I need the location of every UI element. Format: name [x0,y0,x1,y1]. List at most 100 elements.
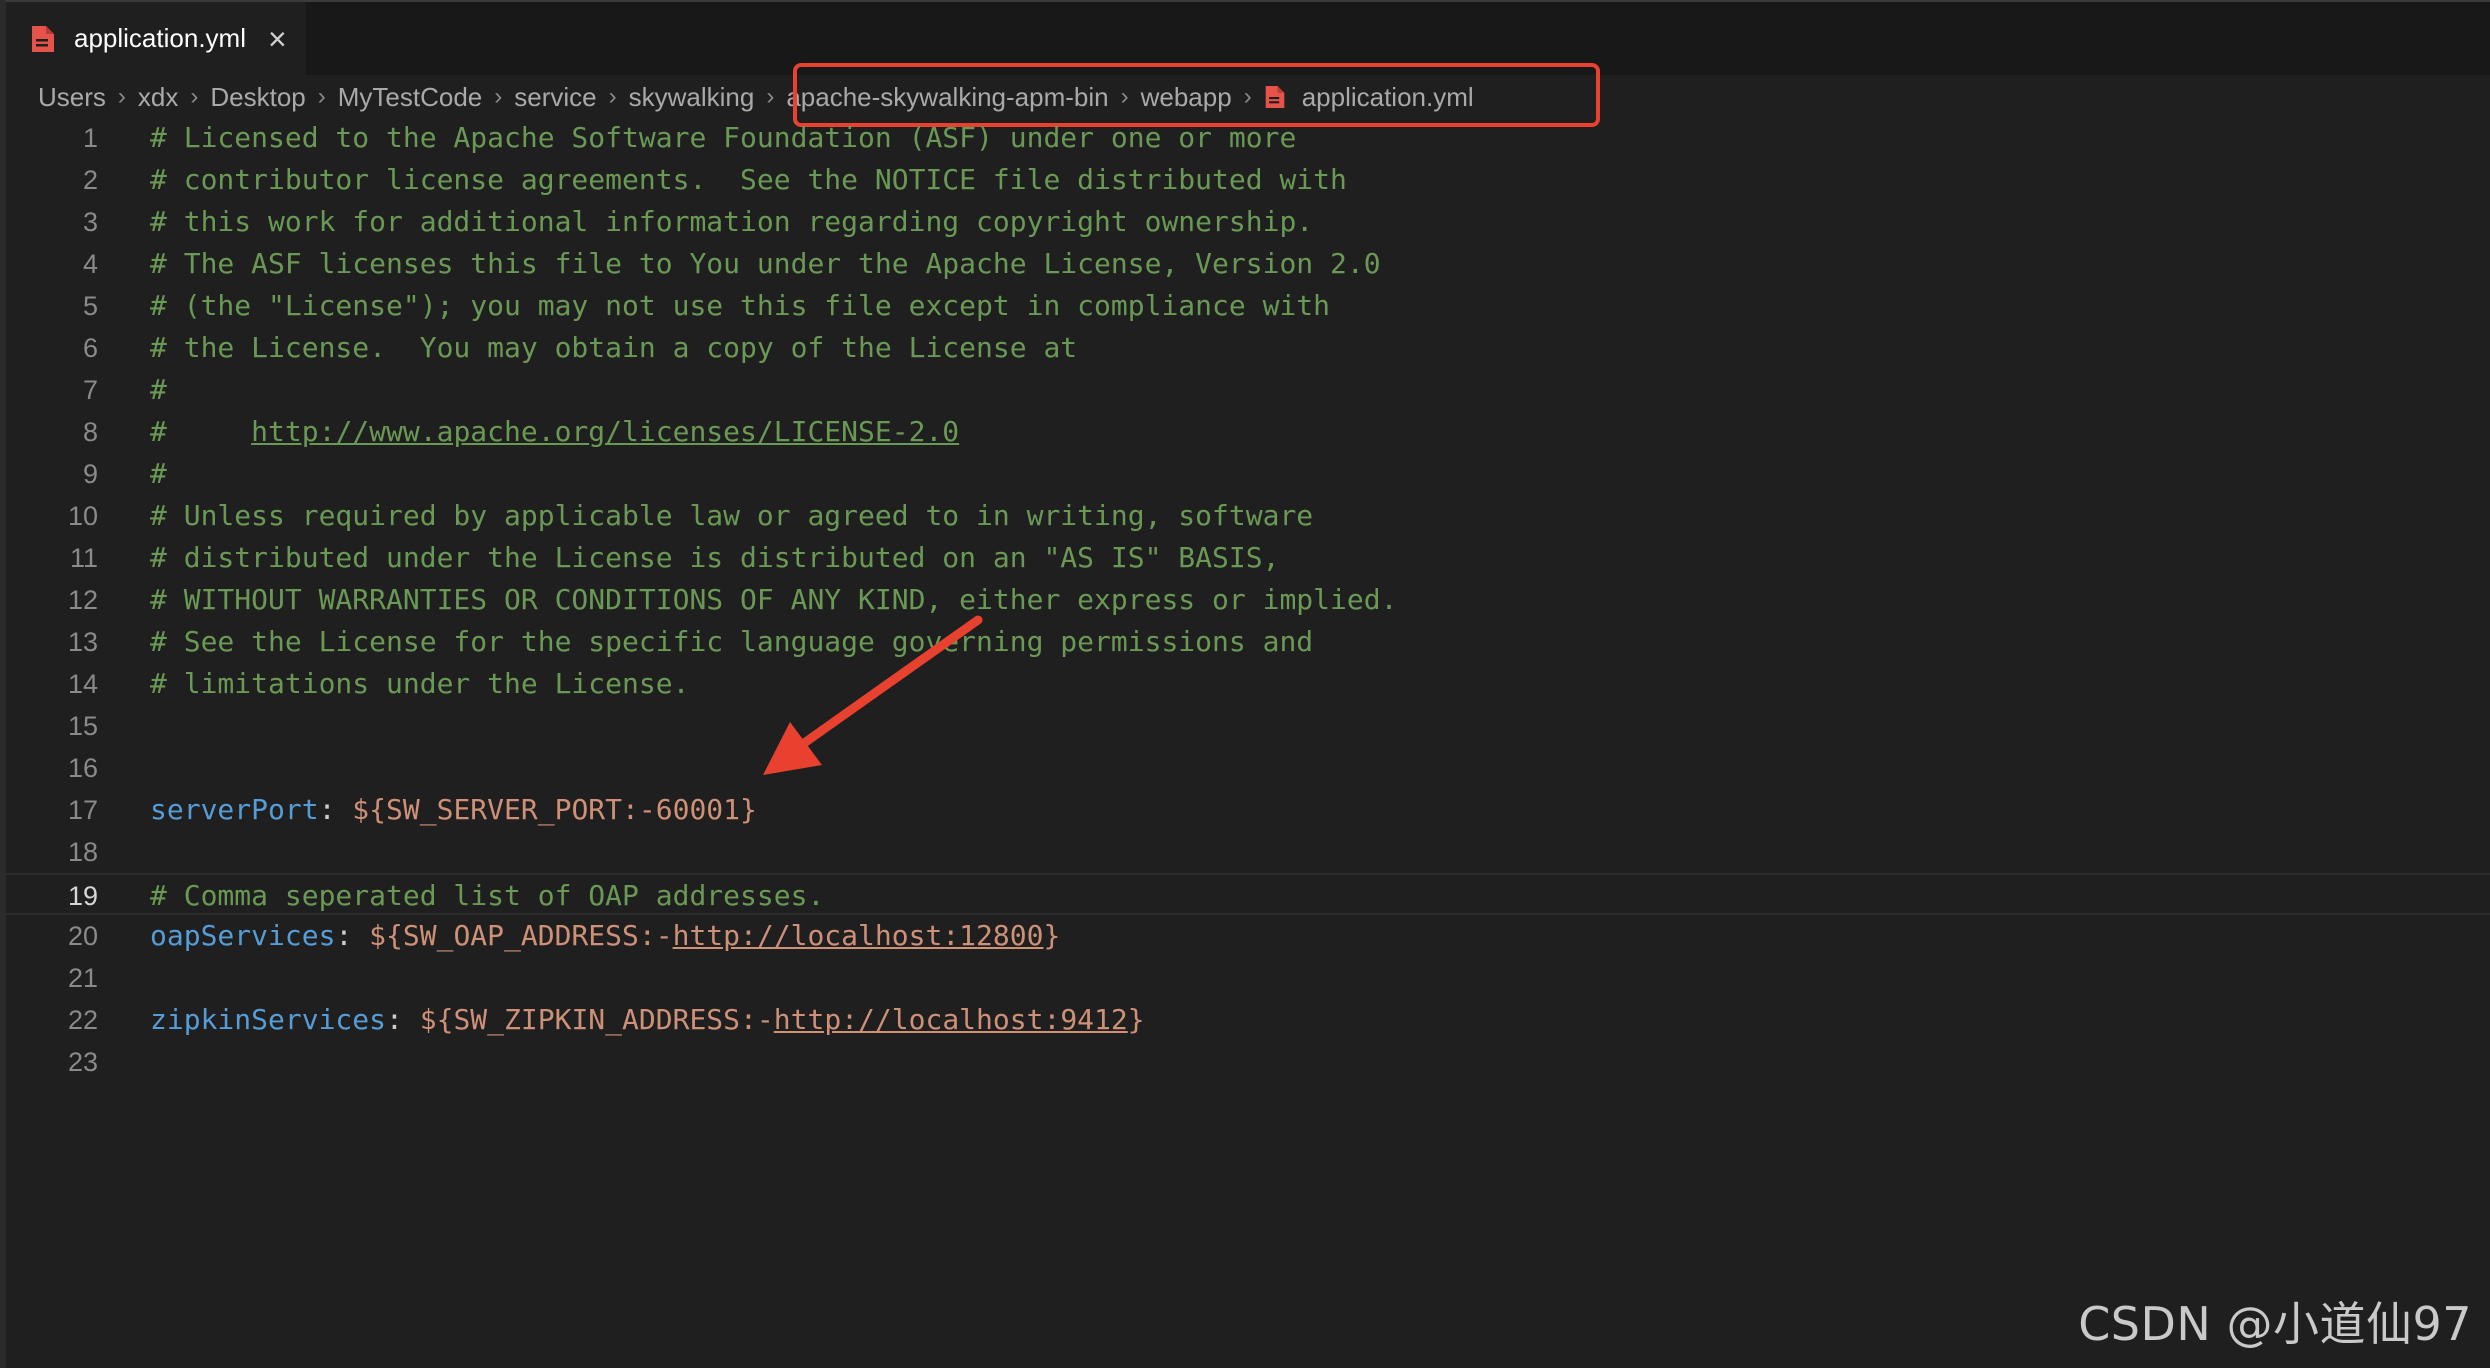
code-content: # Comma seperated list of OAP addresses. [150,875,824,917]
code-line[interactable]: 20 oapServices: ${SW_OAP_ADDRESS:-http://… [0,915,2490,957]
comment-link[interactable]: http://www.apache.org/licenses/LICENSE-2… [251,415,959,448]
chevron-right-icon: › [766,83,775,110]
breadcrumb-item-skywalking[interactable]: skywalking [629,82,755,113]
yaml-value: ${SW_OAP_ADDRESS:- [369,919,673,952]
editor-window: application.yml × Users › xdx › Desktop … [0,0,2490,1368]
comment-text: # Licensed to the Apache Software Founda… [150,121,1297,154]
yaml-value-end: } [1043,919,1061,952]
code-content: # Unless required by applicable law or a… [150,495,1313,537]
line-number: 8 [82,417,98,447]
comment-text: # Comma seperated list of OAP addresses. [150,879,825,912]
chevron-right-icon: › [117,83,126,110]
line-number: 17 [67,795,98,825]
line-number: 1 [82,123,98,153]
code-line[interactable]: 15 [0,705,2490,747]
breadcrumb-item-users[interactable]: Users [38,82,106,113]
comment-text: # distributed under the License is distr… [150,541,1280,574]
yaml-value-link[interactable]: http://localhost:9412 [774,1003,1128,1036]
code-line[interactable]: 2 # contributor license agreements. See t… [0,159,2490,201]
yaml-key: oapServices [150,919,336,952]
line-number: 4 [82,249,98,279]
line-number: 10 [67,501,98,531]
code-line[interactable]: 4 # The ASF licenses this file to You und… [0,243,2490,285]
yaml-colon: : [318,793,353,826]
comment-text: # limitations under the License. [150,667,690,700]
yaml-colon: : [335,919,370,952]
yaml-colon: : [386,1003,420,1036]
line-number: 5 [82,291,98,321]
code-line[interactable]: 12 # WITHOUT WARRANTIES OR CONDITIONS OF … [0,579,2490,621]
chevron-right-icon: › [317,83,326,110]
comment-text: # the License. You may obtain a copy of … [150,331,1078,364]
line-number: 11 [69,543,98,573]
yaml-key: serverPort [150,793,319,826]
comment-text: # [150,457,167,490]
code-content: # limitations under the License. [150,663,689,705]
chevron-right-icon: › [494,83,503,110]
chevron-right-icon: › [608,83,617,110]
comment-text: # WITHOUT WARRANTIES OR CONDITIONS OF AN… [150,583,1398,616]
line-number: 21 [67,963,98,993]
line-number: 23 [67,1047,98,1077]
code-editor[interactable]: 1 # Licensed to the Apache Software Found… [0,117,2490,1083]
comment-text: # contributor license agreements. See th… [150,163,1347,196]
yaml-value: ${SW_ZIPKIN_ADDRESS:- [419,1003,774,1036]
code-content: serverPort: ${SW_SERVER_PORT:-60001} [150,789,757,831]
breadcrumb-item-desktop[interactable]: Desktop [210,82,305,113]
line-number: 9 [82,459,98,489]
code-line[interactable]: 19 # Comma seperated list of OAP addresse… [0,873,2490,915]
code-content: # See the License for the specific langu… [150,621,1313,663]
comment-text: # [150,415,252,448]
line-number: 16 [67,753,98,783]
close-icon[interactable]: × [268,23,287,55]
tab-application-yml[interactable]: application.yml × [6,2,306,75]
code-line[interactable]: 9 # [0,453,2490,495]
yaml-value-link[interactable]: http://localhost:12800 [673,919,1044,952]
line-number: 20 [67,921,98,951]
breadcrumb-item-mytestcode[interactable]: MyTestCode [338,82,483,113]
comment-text: # [150,373,167,406]
code-content: # contributor license agreements. See th… [150,159,1347,201]
code-line[interactable]: 21 [0,957,2490,999]
comment-text: # The ASF licenses this file to You unde… [150,247,1381,280]
breadcrumb-item-service[interactable]: service [514,82,596,113]
code-line[interactable]: 8 # http://www.apache.org/licenses/LICENS… [0,411,2490,453]
code-line[interactable]: 13 # See the License for the specific lan… [0,621,2490,663]
code-line[interactable]: 11 # distributed under the License is dis… [0,537,2490,579]
code-line[interactable]: 23 [0,1041,2490,1083]
yaml-value-end: } [1127,1003,1145,1036]
line-number: 12 [67,585,98,615]
line-number: 3 [82,207,98,237]
line-number: 6 [82,333,98,363]
code-content: zipkinServices: ${SW_ZIPKIN_ADDRESS:-htt… [150,999,1145,1041]
code-content: # distributed under the License is distr… [150,537,1279,579]
code-line[interactable]: 16 [0,747,2490,789]
yaml-value: ${SW_SERVER_PORT:-60001} [352,793,757,826]
code-line[interactable]: 5 # (the "License"); you may not use this… [0,285,2490,327]
line-number: 14 [67,669,98,699]
code-content: # this work for additional information r… [150,201,1313,243]
code-content: # (the "License"); you may not use this … [150,285,1330,327]
code-line[interactable]: 7 # [0,369,2490,411]
yaml-file-icon [32,25,54,52]
code-line[interactable]: 6 # the License. You may obtain a copy of… [0,327,2490,369]
code-line[interactable]: 1 # Licensed to the Apache Software Found… [0,117,2490,159]
line-number: 15 [67,711,98,741]
tab-label: application.yml [74,23,246,53]
line-number: 7 [82,375,98,405]
code-content: # the License. You may obtain a copy of … [150,327,1077,369]
code-line[interactable]: 17 serverPort: ${SW_SERVER_PORT:-60001} [0,789,2490,831]
code-content: # The ASF licenses this file to You unde… [150,243,1381,285]
code-line[interactable]: 18 [0,831,2490,873]
chevron-right-icon: › [190,83,199,110]
code-line[interactable]: 3 # this work for additional information … [0,201,2490,243]
code-content: # [150,369,167,411]
line-number: 18 [67,837,98,867]
code-line[interactable]: 10 # Unless required by applicable law or… [0,495,2490,537]
code-line[interactable]: 22 zipkinServices: ${SW_ZIPKIN_ADDRESS:-h… [0,999,2490,1041]
line-number: 19 [67,881,98,911]
code-line[interactable]: 14 # limitations under the License. [0,663,2490,705]
breadcrumb-item-xdx[interactable]: xdx [138,82,178,113]
comment-text: # this work for additional information r… [150,205,1314,238]
code-content: # WITHOUT WARRANTIES OR CONDITIONS OF AN… [150,579,1397,621]
